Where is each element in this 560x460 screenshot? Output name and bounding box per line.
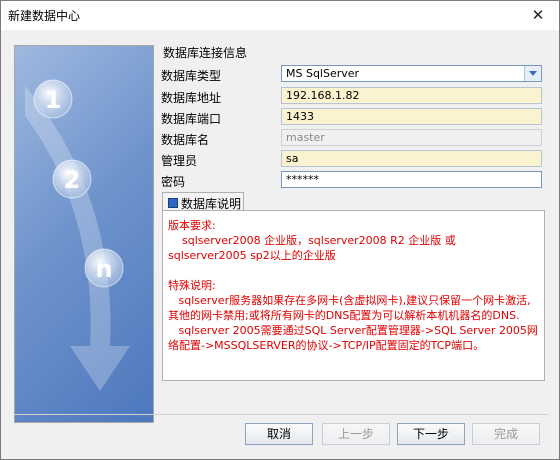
db-address-input[interactable]: 192.168.1.82 xyxy=(281,87,542,104)
db-type-label: 数据库类型 xyxy=(161,69,222,83)
section-title: 数据库连接信息 xyxy=(163,46,248,60)
admin-input[interactable]: sa xyxy=(281,150,542,167)
db-port-label: 数据库端口 xyxy=(161,112,222,126)
close-button[interactable]: ✕ xyxy=(523,3,553,27)
prev-button[interactable]: 上一步 xyxy=(322,423,390,445)
wizard-banner: 1 2 n xyxy=(14,45,154,423)
password-label: 密码 xyxy=(161,175,186,189)
description-tab[interactable]: 数据库说明 xyxy=(162,192,244,211)
chevron-down-icon[interactable] xyxy=(524,66,541,81)
db-type-value: MS SqlServer xyxy=(286,67,360,80)
step-n-label: n xyxy=(95,255,112,283)
db-name-input: master xyxy=(281,129,542,146)
admin-label: 管理员 xyxy=(161,154,198,168)
arrow-graphic xyxy=(25,86,130,391)
step-2-label: 2 xyxy=(64,166,81,194)
divider xyxy=(14,414,548,415)
wizard-steps-graphic: 1 2 n xyxy=(25,79,130,391)
db-name-label: 数据库名 xyxy=(161,133,210,147)
finish-button[interactable]: 完成 xyxy=(472,423,540,445)
next-button[interactable]: 下一步 xyxy=(397,423,465,445)
cancel-button[interactable]: 取消 xyxy=(245,423,313,445)
db-type-select[interactable]: MS SqlServer xyxy=(281,65,542,82)
db-address-label: 数据库地址 xyxy=(161,91,222,105)
square-icon xyxy=(168,198,178,208)
description-text: 版本要求: sqlserver2008 企业版，sqlserver2008 R2… xyxy=(168,219,538,352)
step-1-label: 1 xyxy=(45,86,62,114)
new-datacenter-dialog: 新建数据中心 ✕ 1 2 n 数据库连接信息 数据库类型 MS SqlServe… xyxy=(0,0,560,460)
password-input[interactable]: ****** xyxy=(281,171,542,188)
window-title: 新建数据中心 xyxy=(8,9,81,23)
title-bar: 新建数据中心 ✕ xyxy=(1,1,559,30)
description-panel: 版本要求: sqlserver2008 企业版，sqlserver2008 R2… xyxy=(162,210,545,381)
db-port-input[interactable]: 1433 xyxy=(281,108,542,125)
